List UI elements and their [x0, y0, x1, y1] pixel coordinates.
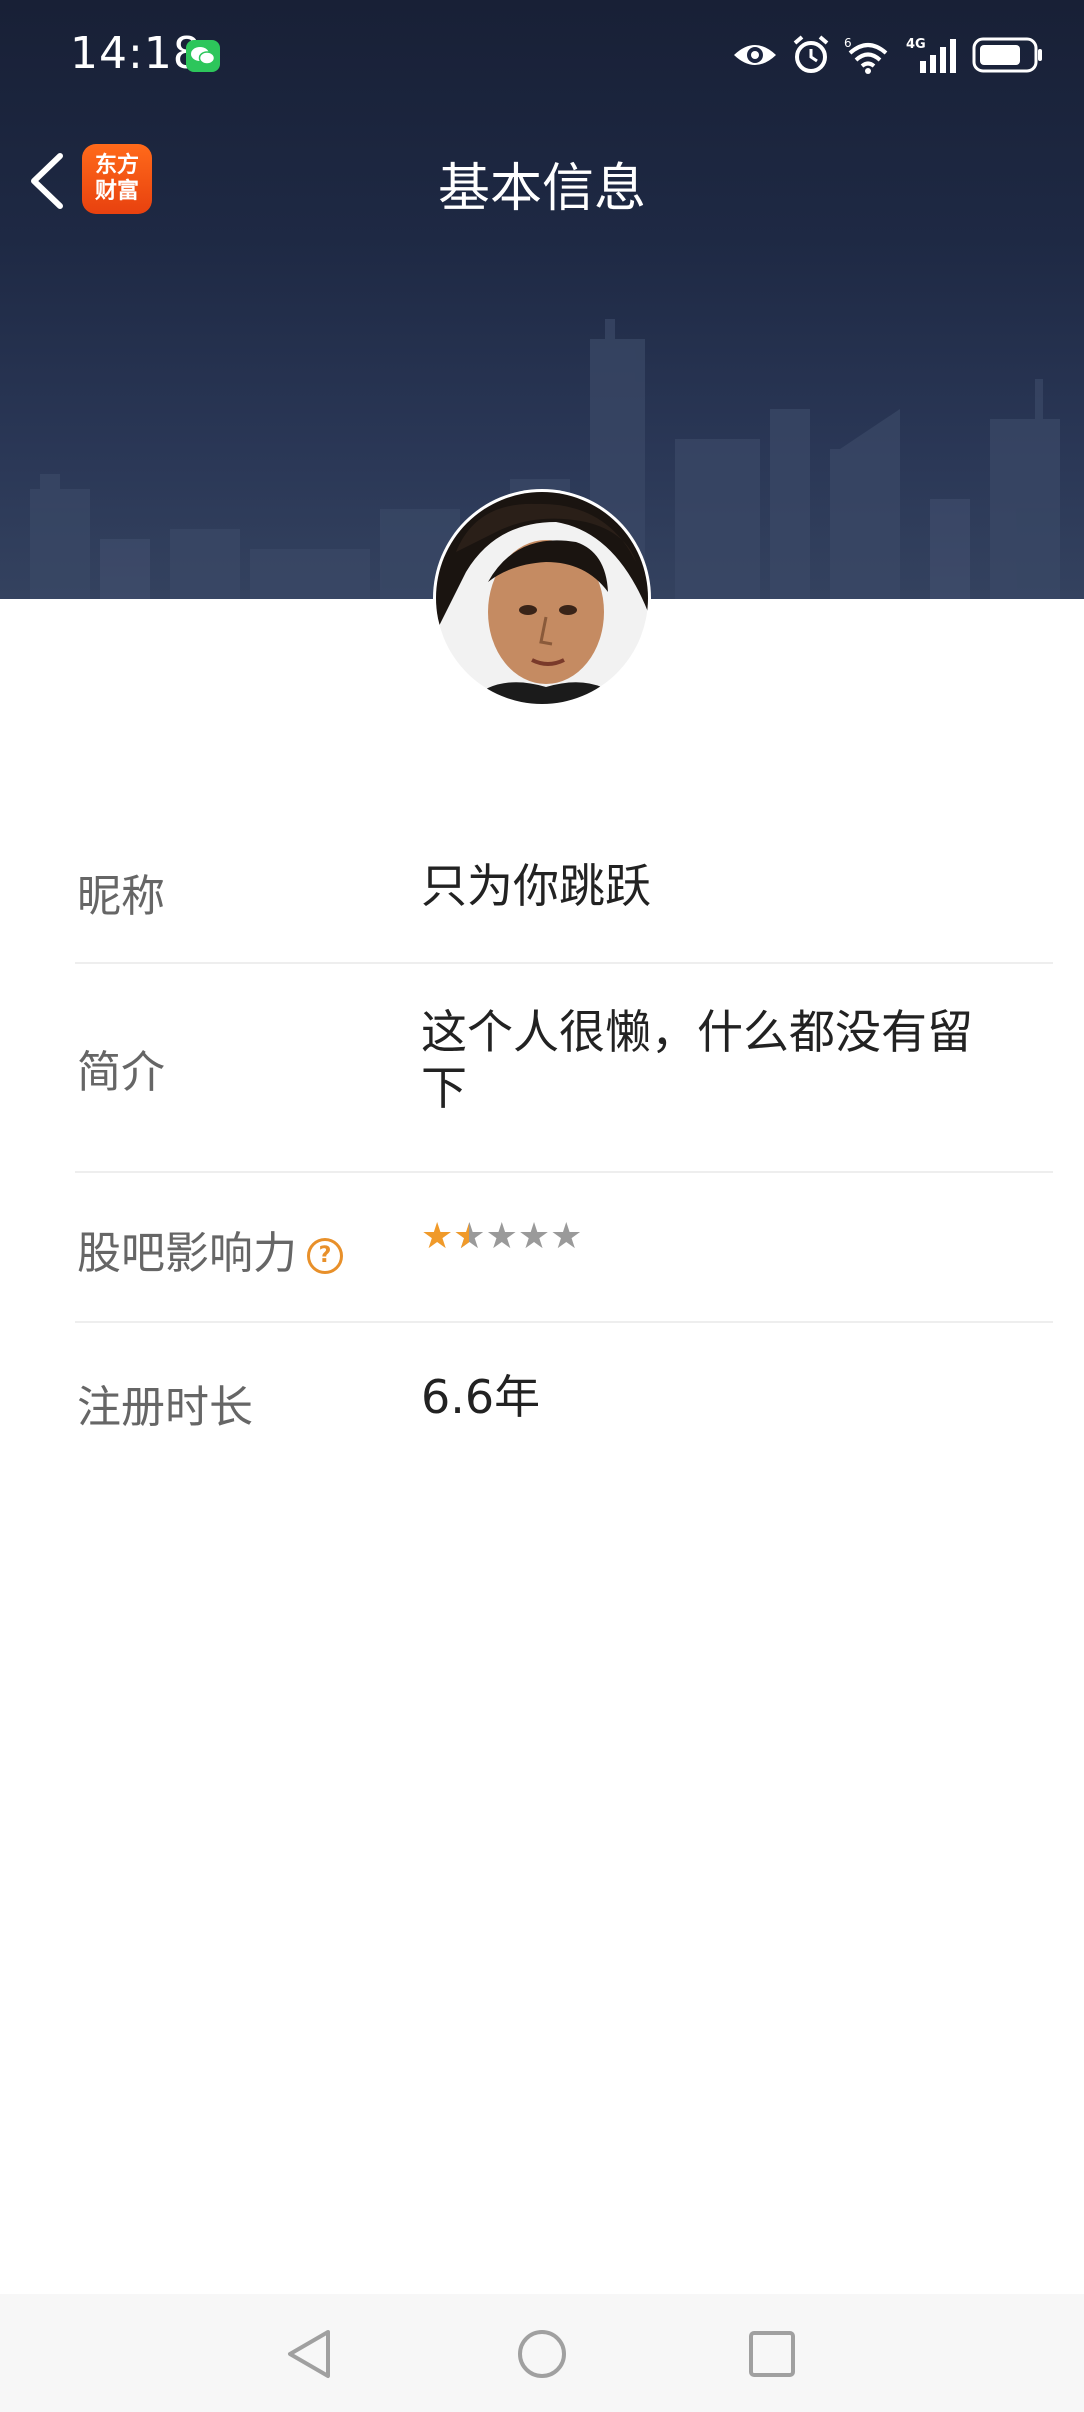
- rating-star-icon: ★: [517, 1216, 551, 1257]
- nickname-value: 只为你跳跃: [421, 859, 651, 913]
- avatar-photo: [436, 492, 648, 704]
- eye-icon: [734, 45, 776, 65]
- nav-back-triangle-icon[interactable]: [280, 2324, 340, 2384]
- nav-bar: 东方 财富 基本信息: [0, 120, 1084, 240]
- svg-text:6: 6: [844, 36, 852, 50]
- svg-text:4G: 4G: [906, 37, 926, 52]
- battery-icon: [972, 37, 1042, 73]
- rating-star-icon: ★: [485, 1216, 518, 1257]
- system-nav-bar: [0, 2294, 1084, 2412]
- bio-label: 简介: [77, 1047, 165, 1098]
- bio-row: 简介 这个人很懒，什么都没有留下: [75, 964, 1053, 1173]
- wechat-notification-icon: [186, 40, 220, 72]
- rating-star-icon: ★: [550, 1216, 583, 1257]
- nickname-label: 昵称: [77, 871, 165, 922]
- nav-recents-square-icon[interactable]: [742, 2324, 802, 2384]
- influence-label: 股吧影响力: [77, 1228, 297, 1279]
- status-time: 14:18: [70, 28, 202, 79]
- nickname-row: 昵称 只为你跳跃: [75, 820, 1053, 964]
- 4g-signal-icon: 4G: [906, 37, 956, 73]
- help-question-icon[interactable]: ?: [307, 1238, 343, 1274]
- bio-value: 这个人很懒，什么都没有留下: [421, 1005, 973, 1115]
- profile-info-list: 昵称 只为你跳跃 简介 这个人很懒，什么都没有留下 股吧影响力? ★★★★★ 注…: [75, 820, 1053, 1473]
- rating-star-icon: ★: [453, 1217, 485, 1258]
- nav-home-circle-icon[interactable]: [512, 2324, 572, 2384]
- influence-rating: ★ ★ ★ ★ ★: [421, 1216, 583, 1258]
- avatar[interactable]: [436, 492, 648, 704]
- influence-row: 股吧影响力? ★ ★ ★ ★ ★: [75, 1173, 1053, 1323]
- wifi-icon: 6: [844, 36, 888, 74]
- status-bar: 14:18 6 4G: [0, 0, 1084, 110]
- rating-star-icon: ★: [421, 1216, 454, 1257]
- registration-label: 注册时长: [77, 1382, 253, 1433]
- registration-row: 注册时长 6.6年: [75, 1323, 1053, 1473]
- alarm-icon: [793, 35, 829, 73]
- registration-value: 6.6年: [421, 1370, 541, 1424]
- influence-label-wrap: 股吧影响力?: [77, 1217, 343, 1281]
- page-title: 基本信息: [437, 159, 646, 219]
